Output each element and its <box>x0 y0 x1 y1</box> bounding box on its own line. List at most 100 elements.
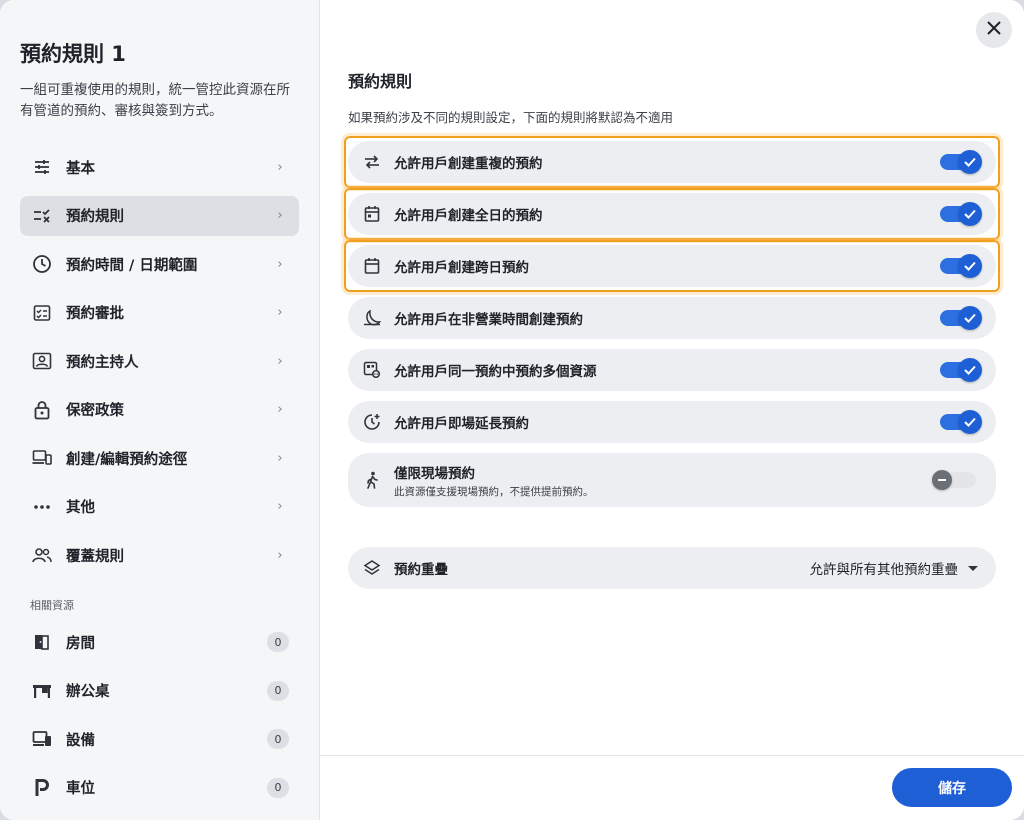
rule-label: 允許用戶同一預約中預約多個資源 <box>394 364 597 380</box>
checkmark-icon <box>958 306 982 330</box>
sidebar-item-host[interactable]: 預約主持人 › <box>20 341 299 381</box>
sidebar-item-booking-rules[interactable]: 預約規則 › <box>20 195 299 236</box>
resource-item-equipment[interactable]: 設備 0 <box>20 719 299 759</box>
rules-list: 允許用戶創建重複的預約 允許用戶創建全日的預約 允許用戶創建跨日預約 允許用戶在… <box>344 136 1000 599</box>
sidebar-item-label: 預約時間 / 日期範圍 <box>66 257 198 274</box>
booking-rule-dialog: 預約規則 1 一組可重複使用的規則，統一管控此資源在所有管道的預約、審核與簽到方… <box>0 0 1024 820</box>
overlap-value: 允許與所有其他預約重疊 <box>809 562 959 578</box>
chevron-right-icon: › <box>277 450 283 466</box>
rule-toggle[interactable] <box>940 202 982 226</box>
resource-label: 車位 <box>66 781 95 797</box>
sidebar-item-label: 覆蓋規則 <box>66 548 124 565</box>
sidebar-item-privacy[interactable]: 保密政策 › <box>20 390 299 430</box>
resource-item-parking[interactable]: 車位 0 <box>20 768 299 808</box>
sidebar-item-label: 預約審批 <box>66 306 124 322</box>
chevron-right-icon: › <box>277 305 283 320</box>
rule-label: 允許用戶即場延長預約 <box>394 416 529 432</box>
people-icon <box>32 545 52 565</box>
rule-row-walk-in-only: 僅限現場預約 此資源僅支援現場預約，不提供提前預約。 <box>348 453 996 507</box>
page-description: 一組可重複使用的規則，統一管控此資源在所有管道的預約、審核與簽到方式。 <box>20 82 290 119</box>
lock-icon <box>32 400 52 420</box>
save-button[interactable]: 儲存 <box>892 768 1012 807</box>
devices-icon <box>32 448 52 468</box>
sidebar-item-label: 基本 <box>66 160 95 177</box>
rule-label: 允許用戶創建跨日預約 <box>394 260 529 276</box>
sidebar-item-channels[interactable]: 創建/編輯預約途徑 › <box>20 438 299 478</box>
checkmark-icon <box>958 254 982 278</box>
sidebar-item-other[interactable]: 其他 › <box>20 487 299 527</box>
close-button[interactable] <box>976 12 1012 48</box>
checkmark-icon <box>958 410 982 434</box>
checkmark-icon <box>958 150 982 174</box>
rule-row-recurring: 允許用戶創建重複的預約 <box>344 136 1000 188</box>
sidebar-item-basic[interactable]: 基本 › <box>20 147 299 187</box>
repeat-icon <box>362 152 382 172</box>
caret-down-icon <box>968 565 978 571</box>
sidebar-item-booking-time[interactable]: 預約時間 / 日期範圍 › <box>20 244 299 284</box>
checkmark-icon <box>958 358 982 382</box>
resource-count-badge: 0 <box>267 729 289 749</box>
rule-toggle[interactable] <box>940 254 982 278</box>
rule-label: 允許用戶在非營業時間創建預約 <box>394 312 583 328</box>
rule-row-extend: 允許用戶即場延長預約 <box>348 401 996 443</box>
desk-icon <box>32 681 52 701</box>
chevron-right-icon: › <box>277 402 283 417</box>
section-title: 預約規則 <box>348 72 413 91</box>
rule-sublabel: 此資源僅支援現場預約，不提供提前預約。 <box>394 485 594 498</box>
sidebar-item-label: 其他 <box>66 500 95 516</box>
rule-row-after-hours: 允許用戶在非營業時間創建預約 <box>348 297 996 339</box>
chevron-right-icon: › <box>277 547 283 563</box>
sidebar-item-label: 預約主持人 <box>66 354 139 371</box>
chevron-right-icon: › <box>277 159 283 175</box>
rule-label: 允許用戶創建重複的預約 <box>394 156 543 172</box>
sidebar-item-label: 預約規則 <box>66 209 124 225</box>
sidebar-item-approval[interactable]: 預約審批 › <box>20 293 299 333</box>
rule-row-multi-day: 允許用戶創建跨日預約 <box>344 240 1000 292</box>
sidebar-nav: 基本 › 預約規則 › 預約時間 / 日期範圍 › 預約審批 › 預約主持人 ›… <box>20 147 299 584</box>
rule-toggle[interactable] <box>932 470 976 490</box>
checkmark-icon <box>958 202 982 226</box>
rule-toggle[interactable] <box>940 410 982 434</box>
extend-time-icon <box>362 412 382 432</box>
parking-icon <box>32 778 52 798</box>
moon-icon <box>362 308 382 328</box>
sidebar-item-override[interactable]: 覆蓋規則 › <box>20 535 299 575</box>
resource-label: 辦公桌 <box>66 684 110 700</box>
resource-label: 設備 <box>66 732 95 749</box>
rule-toggle[interactable] <box>940 306 982 330</box>
page-title: 預約規則 1 <box>20 42 126 66</box>
overlap-label: 預約重疊 <box>394 562 448 578</box>
multi-resource-icon <box>362 360 382 380</box>
rule-list-icon <box>32 206 52 226</box>
rule-toggle[interactable] <box>940 150 982 174</box>
resource-item-room[interactable]: 房間 0 <box>20 622 299 662</box>
sliders-icon <box>32 157 52 177</box>
minus-icon <box>932 470 952 490</box>
related-resources-list: 房間 0 辦公桌 0 設備 0 車位 0 <box>20 622 299 816</box>
clock-icon <box>32 254 52 274</box>
approval-checklist-icon <box>32 303 52 323</box>
resource-label: 房間 <box>66 635 95 652</box>
calendar-range-icon <box>362 256 382 276</box>
door-icon <box>32 632 52 652</box>
chevron-right-icon: › <box>277 499 283 514</box>
chevron-right-icon: › <box>277 256 283 272</box>
sidebar-item-label: 創建/編輯預約途徑 <box>66 451 188 468</box>
rule-row-multi-resource: 允許用戶同一預約中預約多個資源 <box>348 349 996 391</box>
equipment-icon <box>32 729 52 749</box>
sidebar: 預約規則 1 一組可重複使用的規則，統一管控此資源在所有管道的預約、審核與簽到方… <box>0 0 320 820</box>
rule-toggle[interactable] <box>940 358 982 382</box>
chevron-right-icon: › <box>277 208 283 223</box>
more-dots-icon <box>32 497 52 517</box>
section-subtitle: 如果預約涉及不同的規則設定，下面的規則將默認為不適用 <box>348 110 674 125</box>
rule-label: 允許用戶創建全日的預約 <box>394 208 543 224</box>
overlap-select[interactable]: 預約重疊 允許與所有其他預約重疊 <box>348 547 996 589</box>
resource-count-badge: 0 <box>267 777 289 798</box>
resource-item-desk[interactable]: 辦公桌 0 <box>20 671 299 711</box>
resource-count-badge: 0 <box>267 680 289 701</box>
rule-text: 僅限現場預約 此資源僅支援現場預約，不提供提前預約。 <box>394 462 940 499</box>
chevron-right-icon: › <box>277 353 283 369</box>
rule-label: 僅限現場預約 <box>394 465 475 482</box>
calendar-day-icon <box>362 204 382 224</box>
rule-row-all-day: 允許用戶創建全日的預約 <box>344 188 1000 240</box>
